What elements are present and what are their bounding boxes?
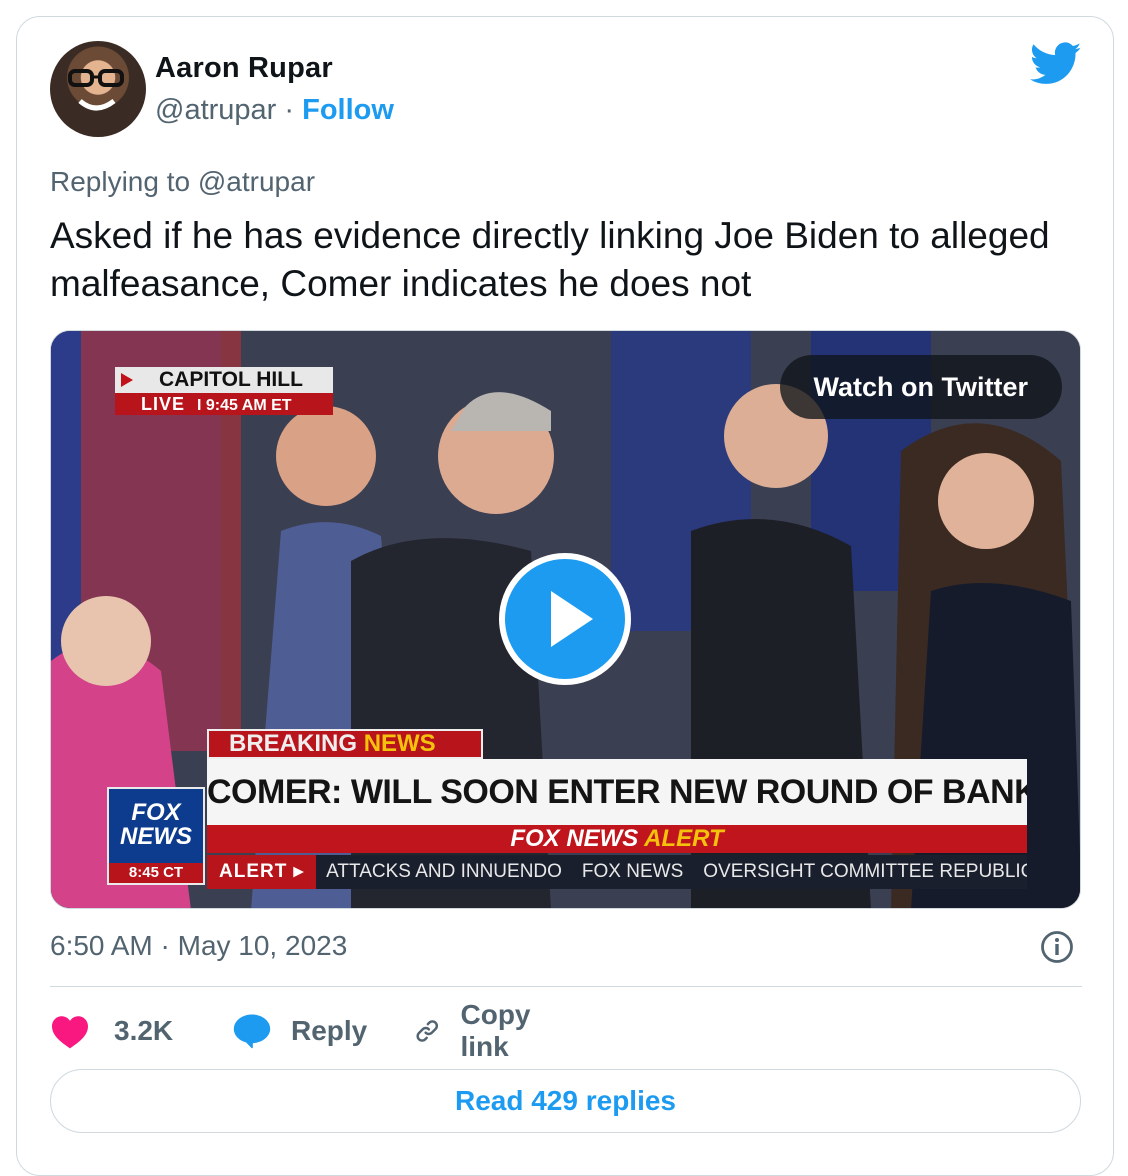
news-headline: COMER: WILL SOON ENTER NEW ROUND OF BANK… [207, 759, 1027, 825]
alert-brand: FOX NEWS [510, 825, 639, 852]
reply-label: Reply [291, 1015, 368, 1046]
breaking-word: BREAKING [229, 730, 358, 757]
tweet-timestamp[interactable]: 6:50 AM · May 10, 2023 [50, 930, 347, 962]
copy-link-label: Copy link [460, 999, 531, 1062]
replying-mention[interactable]: @atrupar [198, 166, 315, 197]
like-button[interactable]: 3.2K [50, 1008, 173, 1054]
video-media[interactable]: CAPITOL HILL LIVE I 9:45 AM ET Watch on T… [50, 330, 1081, 909]
capitol-hill-bug: CAPITOL HILL LIVE I 9:45 AM ET [115, 367, 333, 417]
ticker-item: FOX NEWS [581, 861, 684, 882]
live-label: LIVE [141, 394, 186, 414]
play-icon [551, 591, 593, 647]
watch-on-twitter-button[interactable]: Watch on Twitter [779, 355, 1062, 419]
handle-separator: · [284, 94, 295, 126]
location-label: CAPITOL HILL [115, 367, 333, 393]
author-handle[interactable]: @atrupar [155, 94, 276, 126]
news-ticker: ALERT ▸ ATTACKS AND INNUENDO FOX NEWS OVERS… [207, 855, 1027, 889]
ticker-item: ATTACKS AND INNUENDO [326, 861, 562, 882]
replying-to: Replying to @atrupar [50, 166, 315, 198]
heart-icon [52, 1016, 88, 1049]
fox-news-alert-bar: FOX NEWS ALERT [207, 825, 1027, 853]
tweet-text: Asked if he has evidence directly linkin… [50, 215, 1050, 304]
copy-link-button[interactable]: Copy link [414, 999, 544, 1062]
logo-line-2: NEWS [120, 823, 192, 850]
twitter-bird-icon[interactable] [1030, 42, 1082, 86]
replying-prefix: Replying to [50, 166, 191, 197]
link-icon [416, 1020, 439, 1042]
reply-button[interactable]: Reply [232, 1008, 367, 1054]
author-display-name[interactable]: Aaron Rupar [155, 52, 333, 85]
avatar-image [68, 69, 124, 111]
author-handle-row: @atrupar · Follow [155, 94, 394, 127]
follow-button[interactable]: Follow [302, 94, 394, 126]
alert-word: ALERT [644, 825, 724, 852]
logo-clock: 8:45 CT [109, 863, 203, 883]
live-time: I 9:45 AM ET [197, 397, 292, 414]
breaking-news-label: BREAKING NEWS [207, 729, 483, 759]
logo-line-1: FOX [131, 799, 181, 826]
info-icon[interactable] [1040, 930, 1074, 964]
breaking-news-word: NEWS [363, 730, 436, 757]
live-time-bar: LIVE I 9:45 AM ET [115, 393, 333, 415]
avatar[interactable] [50, 41, 146, 137]
read-replies-button[interactable]: Read 429 replies [50, 1069, 1081, 1133]
ticker-item: OVERSIGHT COMMITTEE REPUBLICAN [703, 861, 1027, 882]
ticker-label: ALERT ▸ [207, 855, 317, 889]
live-arrow-icon [121, 373, 133, 387]
divider [50, 986, 1082, 987]
like-count: 3.2K [114, 1015, 174, 1046]
play-button[interactable] [499, 553, 631, 685]
reply-bubble-icon [233, 1014, 271, 1049]
fox-news-logo: FOX NEWS 8:45 CT [107, 787, 205, 885]
